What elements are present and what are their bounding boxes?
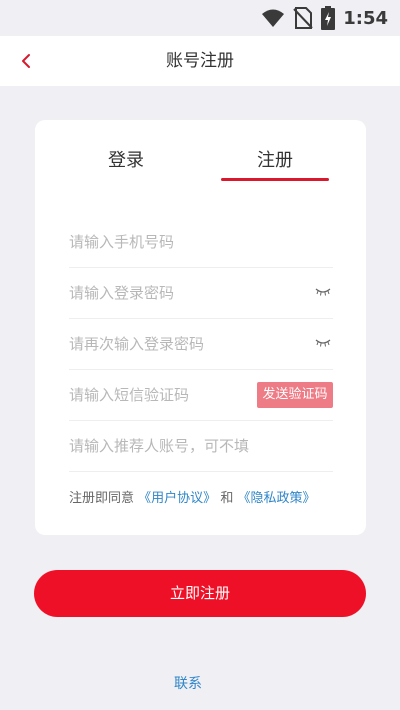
agreement-and: 和 [220, 491, 234, 506]
confirm-password-field[interactable]: 请再次输入登录密码 [69, 319, 333, 370]
password-placeholder: 请输入登录密码 [69, 284, 175, 302]
tab-register[interactable]: 注册 [221, 146, 329, 176]
register-button[interactable]: 立即注册 [34, 570, 366, 617]
chevron-left-icon [22, 54, 30, 68]
header: 账号注册 [0, 36, 400, 86]
user-agreement-link[interactable]: 《用户协议》 [138, 491, 216, 506]
referrer-placeholder: 请输入推荐人账号，可不填 [69, 437, 250, 455]
no-sim-icon [293, 7, 313, 29]
register-card: 登录 注册 请输入手机号码 请输入登录密码 请再次输入登录密码 请输入短信验证码… [35, 120, 366, 535]
password-field[interactable]: 请输入登录密码 [69, 268, 333, 319]
contact-link[interactable]: 联系 [174, 673, 202, 693]
sms-code-placeholder: 请输入短信验证码 [69, 386, 190, 404]
phone-field[interactable]: 请输入手机号码 [69, 217, 333, 268]
eye-closed-icon[interactable] [315, 286, 331, 298]
agreement-text: 注册即同意 《用户协议》 和 《隐私政策》 [69, 487, 315, 506]
eye-closed-icon[interactable] [315, 337, 331, 349]
status-time: 1:54 [343, 7, 388, 29]
wifi-icon [262, 9, 285, 27]
page-title: 账号注册 [166, 51, 234, 71]
confirm-password-placeholder: 请再次输入登录密码 [69, 335, 205, 353]
referrer-field[interactable]: 请输入推荐人账号，可不填 [69, 421, 333, 472]
active-tab-indicator [221, 178, 329, 181]
status-bar: 1:54 [0, 0, 400, 36]
privacy-policy-link[interactable]: 《隐私政策》 [237, 491, 315, 506]
send-code-button[interactable]: 发送验证码 [257, 382, 333, 408]
tab-login[interactable]: 登录 [75, 146, 177, 176]
phone-placeholder: 请输入手机号码 [69, 233, 175, 251]
status-icons: 1:54 [261, 6, 388, 30]
agreement-prefix: 注册即同意 [69, 491, 135, 506]
back-button[interactable] [14, 49, 38, 73]
battery-charging-icon [321, 6, 336, 30]
sms-code-field[interactable]: 请输入短信验证码 发送验证码 [69, 370, 333, 421]
